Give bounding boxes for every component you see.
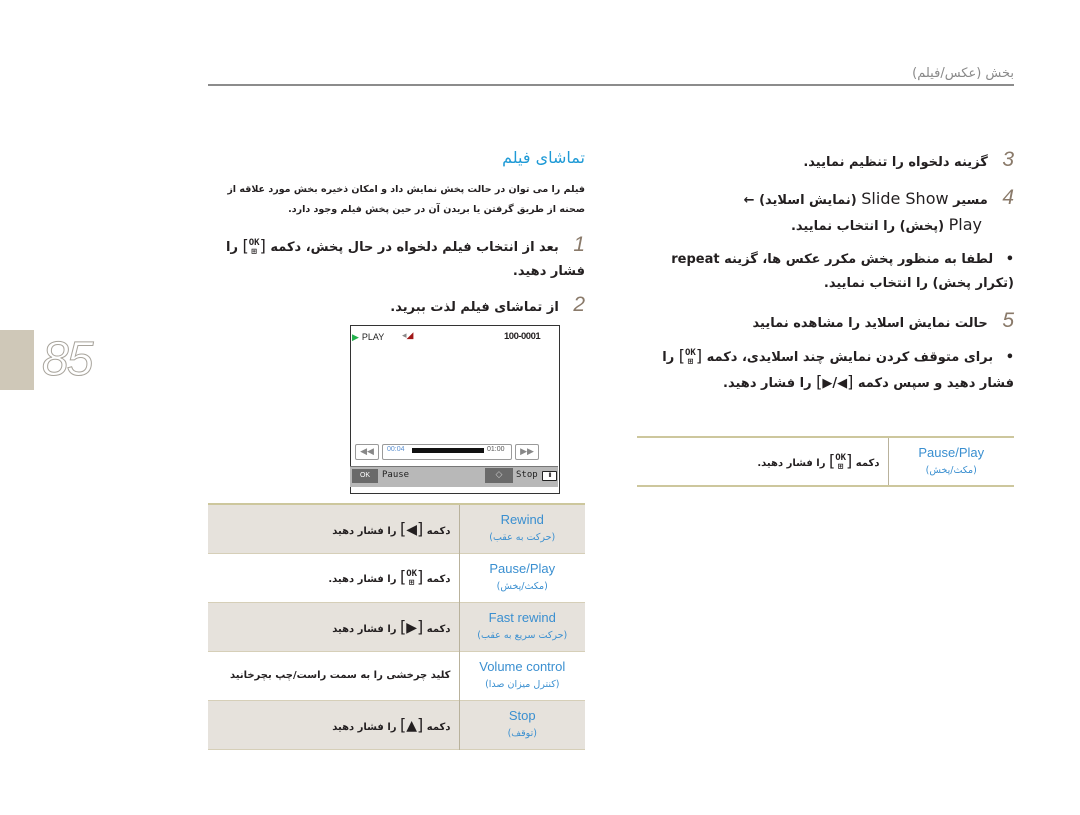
table-row: Pause/Play (مکث/پخش) دکمه [OK ⊞] را فشار ده… — [637, 437, 1014, 486]
step-4: 4 مسیر Slide Show (نمایش اسلاید) ← Play … — [743, 186, 1014, 234]
description-text: دکمه — [423, 722, 451, 733]
step-number: 2 — [573, 293, 585, 316]
repeat-label: repeat — [671, 252, 720, 267]
bullet-icon: • — [1005, 350, 1014, 365]
up-key-icon: ▲ — [406, 718, 418, 734]
page-number: 85 — [41, 333, 93, 387]
control-description: کلید چرخشی را به سمت راست/چپ بچرخانید — [208, 651, 459, 700]
play-icon: ▶ — [352, 332, 359, 342]
time-total: 01:00 — [487, 446, 505, 453]
fast-forward-icon: ▶▶ — [515, 444, 539, 460]
control-name: Stop (توقف) — [458, 700, 585, 749]
play-label: Play — [948, 215, 982, 234]
control-name: Pause/Play (مکث/پخش) — [458, 553, 585, 602]
control-description: دکمه [▶] را فشار دهید — [332, 617, 451, 636]
control-description: دکمه [▲] را فشار دهید — [332, 715, 451, 734]
description-text: دکمه — [423, 574, 451, 585]
control-label: Pause/Play — [489, 560, 556, 576]
step-text: حالت نمایش اسلاید را مشاهده نمایید — [752, 316, 988, 331]
section-header: بخش (عکس/فیلم) — [912, 66, 1014, 81]
ok-key-icon: OK ⊞ — [248, 237, 260, 257]
description-text: کلید چرخشی را به سمت راست/چپ بچرخانید — [229, 670, 451, 681]
control-label: Stop — [508, 707, 536, 723]
control-sublabel: (حرکت به عقب) — [489, 531, 556, 543]
left-key-icon: ◀ — [406, 522, 418, 539]
step-text: بعد از انتخاب فیلم دلخواه در حال پخش، دک… — [270, 240, 559, 255]
description-text: را فشار دهید. — [757, 458, 829, 469]
control-description: دکمه [◀] را فشار دهید — [332, 519, 451, 539]
step-number: 5 — [1002, 309, 1014, 332]
description-text: را فشار دهید — [332, 624, 401, 635]
page-tab — [0, 330, 34, 390]
note-repeat: • لطفا به منظور پخش مکرر عکس ها، گزینه r… — [671, 252, 1014, 291]
intro-paragraph: فیلم را می توان در حالت پخش نمایش داد و … — [227, 184, 585, 215]
step-3: 3 گزینه دلخواه را تنظیم نمایید. — [634, 148, 1014, 175]
step-2: 2 از تماشای فیلم لذت ببرید. — [200, 293, 585, 320]
control-sublabel: (کنترل میزان صدا) — [485, 678, 560, 690]
stop-label: Stop — [516, 470, 538, 480]
table-row: Pause/Play (مکث/پخش) دکمه [OK ⊞] را فشار ده… — [208, 553, 585, 602]
step-text: گزینه دلخواه را تنظیم نمایید. — [803, 155, 988, 170]
description-text: دکمه — [852, 458, 880, 469]
control-label: Rewind — [500, 511, 544, 527]
step-number: 1 — [573, 233, 585, 256]
description-text: دکمه — [423, 526, 451, 538]
step-5: 5 حالت نمایش اسلاید را مشاهده نمایید — [634, 309, 1014, 336]
right-key-icon: ▶ — [406, 620, 418, 636]
description-text: دکمه — [423, 624, 451, 635]
step-number: 4 — [1002, 186, 1014, 209]
control-name: Fast rewind (حرکت سریع به عقب) — [458, 602, 585, 651]
arrow-left-icon: ← — [743, 193, 755, 208]
progress-bar — [412, 448, 484, 453]
header-divider — [208, 84, 1014, 86]
pause-label: Pause — [382, 470, 410, 480]
ok-button-icon: OK — [352, 469, 378, 483]
file-number: 100-0001 — [504, 331, 541, 342]
rewind-icon: ◀◀ — [355, 444, 379, 460]
table-row: Stop (توقف) دکمه [▲] را فشار دهید — [208, 700, 585, 749]
step-number: 3 — [1002, 148, 1014, 171]
ok-key-icon: OK ⊞ — [835, 453, 847, 472]
control-label: Volume control — [479, 658, 566, 674]
control-description: دکمه [OK ⊞] را فشار دهید. — [757, 451, 880, 472]
table-row: Rewind (حرکت به عقب) دکمه [◀] را فشار دهید — [208, 504, 585, 553]
control-description: دکمه [OK ⊞] را فشار دهید. — [328, 567, 451, 588]
dpad-icon: ◇ — [485, 468, 513, 483]
time-current: 00:04 — [387, 446, 405, 453]
description-text: را فشار دهید. — [328, 574, 400, 585]
table-row: Fast rewind (حرکت سریع به عقب) دکمه [▶] را… — [208, 602, 585, 651]
description-text: را فشار دهید — [332, 526, 401, 538]
control-label: Pause/Play — [918, 444, 985, 460]
control-name: Pause/Play (مکث/پخش) — [887, 437, 1014, 486]
bullet-icon: • — [1005, 252, 1014, 267]
volume-icon: ◂◢ — [402, 331, 414, 341]
slideshow-controls-table: Pause/Play (مکث/پخش) دکمه [OK ⊞] را فشار ده… — [637, 436, 1014, 487]
control-sublabel: (مکث/پخش) — [925, 464, 977, 476]
left-right-key-icon: ◀/▶ — [822, 376, 848, 391]
section-title: تماشای فیلم — [502, 148, 585, 167]
step-text: از تماشای فیلم لذت ببرید. — [390, 300, 559, 315]
play-status: ▶ PLAY — [352, 332, 385, 342]
controls-table: Rewind (حرکت به عقب) دکمه [◀] را فشار دهید… — [208, 503, 585, 750]
ok-key-icon: OK ⊞ — [406, 569, 418, 588]
battery-icon: III — [542, 471, 557, 481]
slide-show-label: Slide Show — [861, 189, 949, 208]
table-row: Volume control (کنترل میزان صدا) کلید چرخش… — [208, 651, 585, 700]
ok-key-icon: OK ⊞ — [685, 347, 696, 367]
description-text: را فشار دهید — [332, 722, 401, 733]
control-sublabel: (توقف) — [507, 727, 537, 739]
control-label: Fast rewind — [488, 609, 556, 625]
note-stop-slideshow: • برای متوقف کردن نمایش چند اسلایدی، دکم… — [662, 346, 1014, 391]
step-1: 1 بعد از انتخاب فیلم دلخواه در حال پخش، … — [225, 233, 585, 279]
control-sublabel: (حرکت سریع به عقب) — [477, 629, 568, 641]
control-name: Rewind (حرکت به عقب) — [458, 504, 585, 553]
control-name: Volume control (کنترل میزان صدا) — [458, 651, 585, 700]
control-sublabel: (مکث/پخش) — [496, 580, 548, 592]
